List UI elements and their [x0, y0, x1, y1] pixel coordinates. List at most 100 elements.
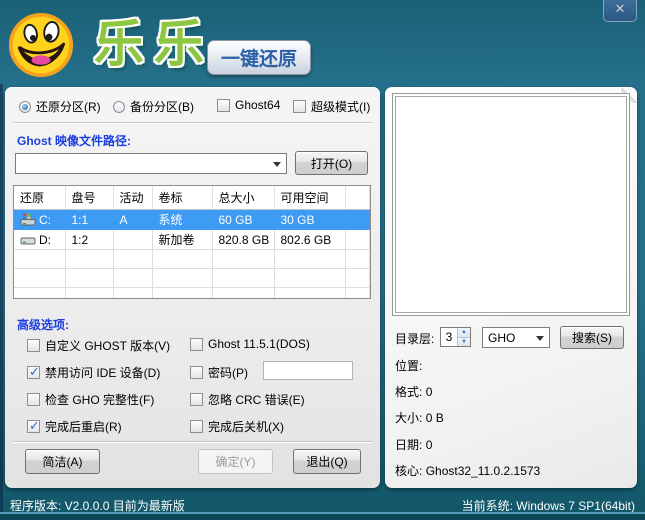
checkbox-disable-ide-label: 禁用访问 IDE 设备(D)	[45, 364, 160, 381]
checkbox-super-mode-label: 超级模式(I)	[311, 98, 370, 115]
info-location: 位置:	[395, 357, 422, 374]
extension-dropdown[interactable]: GHO	[482, 327, 550, 348]
checkbox-icon	[190, 420, 203, 433]
info-size: 大小: 0 B	[395, 409, 444, 426]
checkbox-reboot-after[interactable]: 完成后重启(R)	[27, 418, 122, 435]
cell-active	[113, 230, 152, 250]
checkbox-icon	[190, 393, 203, 406]
app-subtitle-badge: 一键还原	[207, 40, 311, 75]
radio-icon	[113, 101, 125, 113]
divider	[13, 122, 372, 123]
col-free[interactable]: 可用空间	[274, 186, 345, 210]
search-button[interactable]: 搜索(S)	[560, 326, 624, 349]
radio-icon	[19, 101, 31, 113]
checkbox-super-mode[interactable]: 超级模式(I)	[293, 98, 370, 115]
cell-restore: C:	[39, 213, 51, 227]
system-disk-icon	[20, 213, 36, 226]
table-empty-row	[14, 269, 370, 288]
info-date: 日期: 0	[395, 436, 432, 453]
advanced-options-label: 高级选项:	[17, 316, 69, 333]
cell-disk-no: 1:1	[65, 210, 113, 230]
image-file-listbox[interactable]	[392, 93, 630, 316]
dir-level-value: 3	[441, 328, 457, 346]
checkbox-icon	[190, 338, 203, 351]
radio-restore-partition[interactable]: 还原分区(R)	[19, 98, 101, 115]
col-restore[interactable]: 还原	[14, 186, 65, 210]
divider	[13, 441, 372, 442]
exit-button[interactable]: 退出(Q)	[293, 449, 361, 474]
checkbox-shutdown-after[interactable]: 完成后关机(X)	[190, 418, 284, 435]
checkbox-password-label: 密码(P)	[208, 364, 248, 381]
password-input[interactable]	[263, 361, 353, 380]
cell-total: 60 GB	[212, 210, 274, 230]
spinner-down-icon[interactable]: ▼	[458, 337, 470, 347]
checkbox-icon	[27, 366, 40, 379]
extension-value: GHO	[488, 331, 515, 345]
cell-active: A	[113, 210, 152, 230]
cell-disk-no: 1:2	[65, 230, 113, 250]
dir-level-label: 目录层:	[395, 330, 434, 347]
checkbox-custom-ghost[interactable]: 自定义 GHOST 版本(V)	[27, 337, 170, 354]
checkbox-shutdown-after-label: 完成后关机(X)	[208, 418, 284, 435]
exit-button-label: 退出(Q)	[306, 453, 347, 470]
cell-free: 30 GB	[274, 210, 345, 230]
checkbox-disable-ide[interactable]: 禁用访问 IDE 设备(D)	[27, 364, 160, 381]
window-edge	[0, 84, 3, 520]
checkbox-verify-gho[interactable]: 检查 GHO 完整性(F)	[27, 391, 154, 408]
simple-mode-button[interactable]: 简洁(A)	[25, 449, 100, 474]
checkbox-icon	[27, 339, 40, 352]
checkbox-icon	[27, 420, 40, 433]
checkbox-verify-gho-label: 检查 GHO 完整性(F)	[45, 391, 154, 408]
ok-button-label: 确定(Y)	[216, 453, 256, 470]
table-row-c-drive[interactable]: C: 1:1 A 系统 60 GB 30 GB	[14, 210, 370, 230]
app-title: 乐乐	[94, 14, 214, 74]
checkbox-ghost-1151-label: Ghost 11.5.1(DOS)	[208, 337, 310, 351]
ok-button[interactable]: 确定(Y)	[198, 449, 273, 474]
main-panel: 还原分区(R) 备份分区(B) Ghost64 超级模式(I) Ghost 映像…	[5, 87, 380, 488]
cell-volume: 系统	[152, 210, 212, 230]
col-filler	[345, 186, 370, 210]
close-icon: ✕	[615, 1, 626, 17]
checkbox-ignore-crc[interactable]: 忽略 CRC 错误(E)	[190, 391, 305, 408]
close-button[interactable]: ✕	[603, 0, 637, 22]
info-kernel: 核心: Ghost32_11.0.2.1573	[395, 462, 540, 479]
table-empty-row	[14, 250, 370, 269]
simple-mode-button-label: 简洁(A)	[43, 453, 83, 470]
radio-backup-partition[interactable]: 备份分区(B)	[113, 98, 194, 115]
radio-backup-label: 备份分区(B)	[130, 98, 194, 115]
checkbox-reboot-after-label: 完成后重启(R)	[45, 418, 122, 435]
table-empty-row	[14, 288, 370, 300]
col-active[interactable]: 活动	[113, 186, 152, 210]
ghost-path-label: Ghost 映像文件路径:	[17, 132, 131, 149]
checkbox-ghost-1151-dos[interactable]: Ghost 11.5.1(DOS)	[190, 337, 310, 351]
radio-restore-label: 还原分区(R)	[36, 98, 101, 115]
checkbox-icon	[27, 393, 40, 406]
dir-level-stepper[interactable]: 3 ▲ ▼	[440, 327, 471, 347]
checkbox-icon	[293, 100, 306, 113]
checkbox-ghost64[interactable]: Ghost64	[217, 98, 280, 112]
col-total[interactable]: 总大小	[212, 186, 274, 210]
checkbox-custom-ghost-label: 自定义 GHOST 版本(V)	[45, 337, 170, 354]
ghost-path-combobox[interactable]	[15, 153, 287, 174]
chevron-down-icon	[273, 162, 281, 167]
open-button-label: 打开(O)	[311, 155, 352, 172]
table-row-d-drive[interactable]: D: 1:2 新加卷 820.8 GB 802.6 GB	[14, 230, 370, 250]
app-window: 乐乐 一键还原 ✕ 还原分区(R) 备份分区(B) Ghost64 超级模式(I…	[0, 0, 645, 520]
browser-panel: 目录层: 3 ▲ ▼ GHO 搜索(S) 位置: 格式: 0 大小: 0 B 日…	[385, 87, 637, 488]
spinner-up-icon[interactable]: ▲	[458, 328, 470, 337]
cell-restore: D:	[39, 233, 51, 247]
checkbox-password[interactable]: 密码(P)	[190, 364, 248, 381]
search-button-label: 搜索(S)	[572, 329, 612, 346]
open-button[interactable]: 打开(O)	[295, 151, 368, 175]
checkbox-ghost64-label: Ghost64	[235, 98, 280, 112]
checkbox-ignore-crc-label: 忽略 CRC 错误(E)	[208, 391, 305, 408]
col-volume[interactable]: 卷标	[152, 186, 212, 210]
checkbox-icon	[190, 366, 203, 379]
disk-icon	[20, 233, 36, 246]
col-disk-no[interactable]: 盘号	[65, 186, 113, 210]
table-header-row: 还原 盘号 活动 卷标 总大小 可用空间	[14, 186, 370, 210]
smiley-logo-icon	[8, 12, 74, 78]
disk-table: 还原 盘号 活动 卷标 总大小 可用空间	[13, 185, 371, 299]
cell-free: 802.6 GB	[274, 230, 345, 250]
chevron-down-icon	[536, 336, 544, 341]
